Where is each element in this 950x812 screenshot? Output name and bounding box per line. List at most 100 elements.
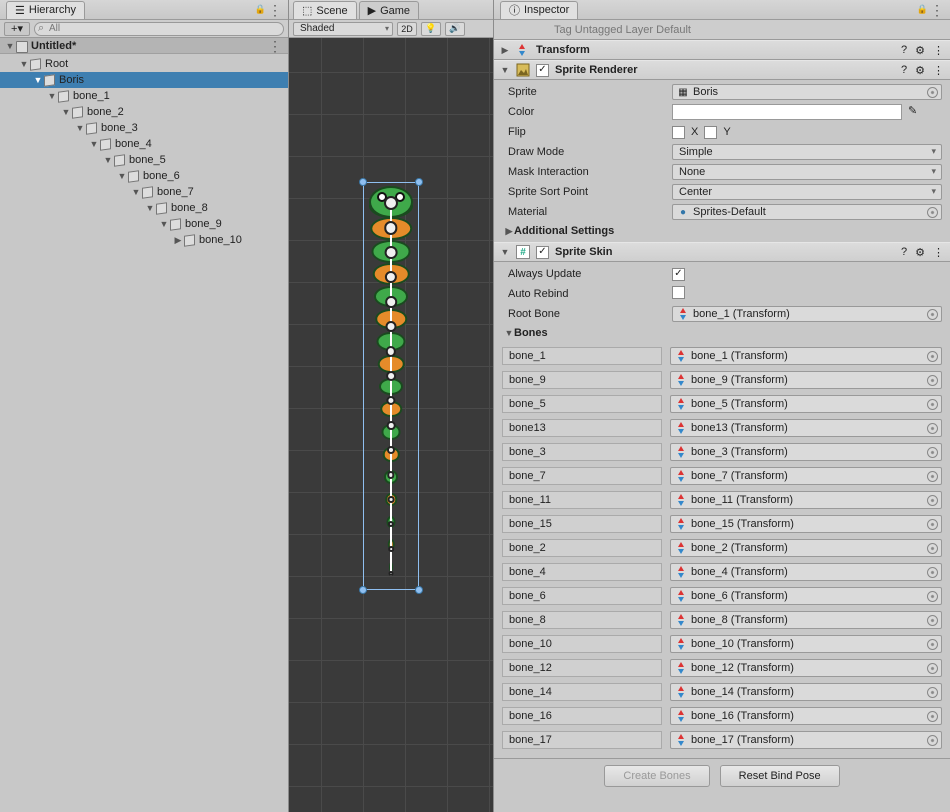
- object-picker-icon[interactable]: [927, 471, 938, 482]
- drawmode-dropdown[interactable]: Simple: [672, 144, 942, 160]
- tree-row[interactable]: ▼bone_9: [0, 216, 288, 232]
- bone-transform-field[interactable]: bone_3 (Transform): [670, 443, 942, 461]
- object-picker-icon[interactable]: [927, 309, 938, 320]
- bone-transform-field[interactable]: bone_2 (Transform): [670, 539, 942, 557]
- flip-x-checkbox[interactable]: [672, 126, 685, 139]
- tree-row[interactable]: ▼bone_5: [0, 152, 288, 168]
- fold-icon[interactable]: ▼: [88, 139, 100, 149]
- tree-row[interactable]: ▼bone_1: [0, 88, 288, 104]
- tree-row[interactable]: ▼Boris: [0, 72, 288, 88]
- object-picker-icon[interactable]: [927, 663, 938, 674]
- fold-icon[interactable]: ▼: [130, 187, 142, 197]
- scene-tab[interactable]: ⬚Scene: [293, 1, 357, 19]
- bone-transform-field[interactable]: bone_12 (Transform): [670, 659, 942, 677]
- fold-icon[interactable]: ▶: [504, 226, 514, 237]
- tree-row[interactable]: ▼bone_8: [0, 200, 288, 216]
- sprite-skin-header[interactable]: ▼ # ✓ Sprite Skin ?⚙⋮: [494, 242, 950, 262]
- object-picker-icon[interactable]: [927, 687, 938, 698]
- object-picker-icon[interactable]: [927, 735, 938, 746]
- help-icon[interactable]: ?: [901, 44, 907, 57]
- color-field[interactable]: [672, 104, 902, 120]
- tree-row[interactable]: ▼bone_2: [0, 104, 288, 120]
- tree-row[interactable]: ▼bone_6: [0, 168, 288, 184]
- lock-icon[interactable]: 🔒: [917, 4, 928, 15]
- object-picker-icon[interactable]: [927, 87, 938, 98]
- panel-menu-icon[interactable]: ⋮: [268, 2, 282, 19]
- bone-transform-field[interactable]: bone_1 (Transform): [670, 347, 942, 365]
- root-bone-field[interactable]: bone_1 (Transform): [672, 306, 942, 322]
- bone-transform-field[interactable]: bone_17 (Transform): [670, 731, 942, 749]
- bone-transform-field[interactable]: bone_10 (Transform): [670, 635, 942, 653]
- 2d-toggle[interactable]: 2D: [397, 22, 417, 36]
- sprite-field[interactable]: ▦Boris: [672, 84, 942, 100]
- bones-header[interactable]: ▼ Bones: [502, 324, 942, 342]
- fold-icon[interactable]: ▼: [500, 65, 510, 75]
- object-picker-icon[interactable]: [927, 519, 938, 530]
- bone-transform-field[interactable]: bone13 (Transform): [670, 419, 942, 437]
- hierarchy-tab[interactable]: ☰ Hierarchy: [6, 1, 85, 19]
- selection-handle[interactable]: [415, 178, 423, 186]
- mask-dropdown[interactable]: None: [672, 164, 942, 180]
- fold-icon[interactable]: ▼: [504, 328, 514, 338]
- bone-transform-field[interactable]: bone_6 (Transform): [670, 587, 942, 605]
- shading-dropdown[interactable]: Shaded: [293, 22, 393, 36]
- panel-menu-icon[interactable]: ⋮: [930, 2, 944, 19]
- transform-component-header[interactable]: ▶ Transform ?⚙⋮: [494, 40, 950, 60]
- scene-header-row[interactable]: ▼ Untitled* ⋮: [0, 38, 288, 54]
- fold-icon[interactable]: ▼: [46, 91, 58, 101]
- scene-menu-icon[interactable]: ⋮: [268, 41, 282, 51]
- object-picker-icon[interactable]: [927, 711, 938, 722]
- material-field[interactable]: ●Sprites-Default: [672, 204, 942, 220]
- help-icon[interactable]: ?: [901, 246, 907, 259]
- fold-icon[interactable]: ▼: [116, 171, 128, 181]
- bone-transform-field[interactable]: bone_7 (Transform): [670, 467, 942, 485]
- create-button[interactable]: +▾: [4, 22, 30, 36]
- fold-icon[interactable]: ▼: [74, 123, 86, 133]
- tree-row[interactable]: ▶bone_10: [0, 232, 288, 248]
- preset-icon[interactable]: ⚙: [915, 246, 925, 259]
- menu-icon[interactable]: ⋮: [933, 64, 944, 77]
- fold-icon[interactable]: ▼: [144, 203, 156, 213]
- bone-transform-field[interactable]: bone_8 (Transform): [670, 611, 942, 629]
- fold-icon[interactable]: ▼: [60, 107, 72, 117]
- menu-icon[interactable]: ⋮: [933, 246, 944, 259]
- selection-handle[interactable]: [359, 586, 367, 594]
- fold-icon[interactable]: ▶: [500, 45, 510, 56]
- fold-icon[interactable]: ▼: [158, 219, 170, 229]
- fold-icon[interactable]: ▼: [4, 41, 16, 51]
- additional-settings-header[interactable]: ▶ Additional Settings: [502, 222, 942, 240]
- tree-row[interactable]: ▼Root: [0, 56, 288, 72]
- object-picker-icon[interactable]: [927, 615, 938, 626]
- lock-icon[interactable]: 🔒: [255, 4, 266, 15]
- always-update-checkbox[interactable]: ✓: [672, 268, 685, 281]
- reset-bind-pose-button[interactable]: Reset Bind Pose: [720, 765, 840, 787]
- fold-icon[interactable]: ▼: [500, 247, 510, 257]
- bone-transform-field[interactable]: bone_4 (Transform): [670, 563, 942, 581]
- object-picker-icon[interactable]: [927, 639, 938, 650]
- search-input[interactable]: All: [34, 22, 284, 36]
- bone-transform-field[interactable]: bone_11 (Transform): [670, 491, 942, 509]
- object-picker-icon[interactable]: [927, 423, 938, 434]
- object-picker-icon[interactable]: [927, 495, 938, 506]
- fold-icon[interactable]: ▼: [102, 155, 114, 165]
- inspector-tab[interactable]: ⓘ Inspector: [500, 1, 578, 19]
- component-enabled-checkbox[interactable]: ✓: [536, 64, 549, 77]
- tree-row[interactable]: ▼bone_3: [0, 120, 288, 136]
- object-picker-icon[interactable]: [927, 591, 938, 602]
- game-tab[interactable]: ▶Game: [359, 1, 419, 19]
- preset-icon[interactable]: ⚙: [915, 44, 925, 57]
- object-picker-icon[interactable]: [927, 375, 938, 386]
- flip-y-checkbox[interactable]: [704, 126, 717, 139]
- object-picker-icon[interactable]: [927, 447, 938, 458]
- object-picker-icon[interactable]: [927, 399, 938, 410]
- audio-toggle-icon[interactable]: 🔊: [445, 22, 465, 36]
- component-enabled-checkbox[interactable]: ✓: [536, 246, 549, 259]
- lighting-toggle-icon[interactable]: 💡: [421, 22, 441, 36]
- selected-sprite[interactable]: [365, 186, 417, 586]
- menu-icon[interactable]: ⋮: [933, 44, 944, 57]
- eyedropper-icon[interactable]: ✎: [908, 104, 917, 120]
- object-picker-icon[interactable]: [927, 543, 938, 554]
- fold-icon[interactable]: ▼: [18, 59, 30, 69]
- bone-transform-field[interactable]: bone_15 (Transform): [670, 515, 942, 533]
- bone-transform-field[interactable]: bone_14 (Transform): [670, 683, 942, 701]
